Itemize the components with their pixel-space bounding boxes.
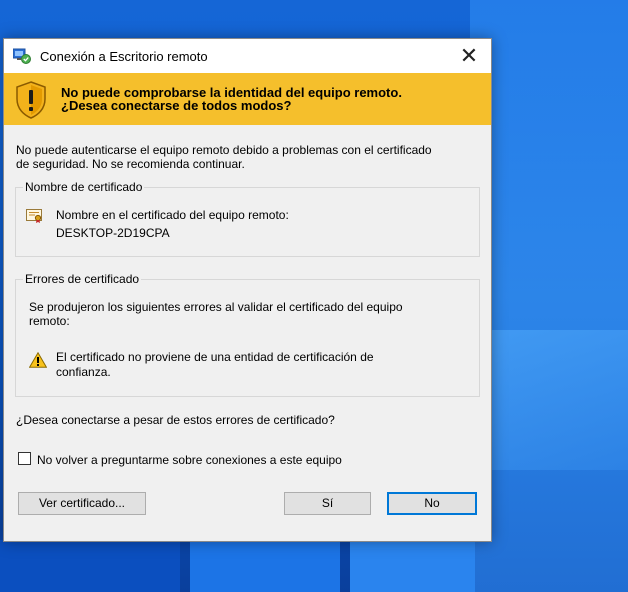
- security-shield-warning-icon: [16, 81, 46, 119]
- warning-banner-text: No puede comprobarse la identidad del eq…: [61, 86, 402, 112]
- close-button[interactable]: ✕: [447, 39, 491, 73]
- certificate-errors-description-line2: remoto:: [29, 314, 70, 328]
- certificate-error-item: El certificado no proviene de una entida…: [56, 350, 456, 380]
- no-button[interactable]: No: [387, 492, 477, 515]
- certificate-name-value: DESKTOP-2D19CPA: [56, 226, 170, 240]
- warning-banner: No puede comprobarse la identidad del eq…: [4, 73, 491, 125]
- dialog-title: Conexión a Escritorio remoto: [40, 49, 208, 64]
- yes-button[interactable]: Sí: [284, 492, 371, 515]
- dont-ask-again-label[interactable]: No volver a preguntarme sobre conexiones…: [37, 453, 342, 467]
- description-text: No puede autenticarse el equipo remoto d…: [16, 143, 486, 171]
- remote-desktop-certificate-dialog: Conexión a Escritorio remoto ✕ No puede …: [3, 38, 492, 542]
- certificate-name-legend: Nombre de certificado: [23, 180, 145, 194]
- certificate-name-label: Nombre en el certificado del equipo remo…: [56, 208, 289, 222]
- close-icon[interactable]: ✕: [460, 43, 478, 68]
- view-certificate-button[interactable]: Ver certificado...: [18, 492, 146, 515]
- certificate-errors-description: Se produjeron los siguientes errores al …: [29, 300, 459, 328]
- certificate-errors-description-line1: Se produjeron los siguientes errores al …: [29, 300, 403, 314]
- description-line1: No puede autenticarse el equipo remoto d…: [16, 143, 432, 157]
- desktop-light-beam: [490, 330, 628, 470]
- certificate-errors-group: Errores de certificado Se produjeron los…: [15, 272, 480, 397]
- desktop-window-pane: [350, 540, 475, 592]
- certificate-error-line1: El certificado no proviene de una entida…: [56, 350, 374, 364]
- title-bar[interactable]: Conexión a Escritorio remoto ✕: [4, 39, 491, 73]
- remote-desktop-icon: [13, 48, 31, 64]
- certificate-icon: [26, 209, 42, 223]
- dont-ask-again-checkbox[interactable]: [18, 452, 31, 465]
- warning-icon: [29, 352, 47, 368]
- certificate-error-line2: confianza.: [56, 365, 111, 379]
- certificate-errors-legend: Errores de certificado: [23, 272, 142, 286]
- desktop-light-beam: [470, 0, 628, 592]
- description-line2: de seguridad. No se recomienda continuar…: [16, 157, 245, 171]
- connect-question: ¿Desea conectarse a pesar de estos error…: [16, 413, 335, 427]
- desktop-window-pane: [0, 540, 180, 592]
- warning-banner-line2: ¿Desea conectarse de todos modos?: [61, 98, 292, 113]
- certificate-name-group: Nombre de certificado Nombre en el certi…: [15, 180, 480, 257]
- desktop-window-pane: [190, 540, 340, 592]
